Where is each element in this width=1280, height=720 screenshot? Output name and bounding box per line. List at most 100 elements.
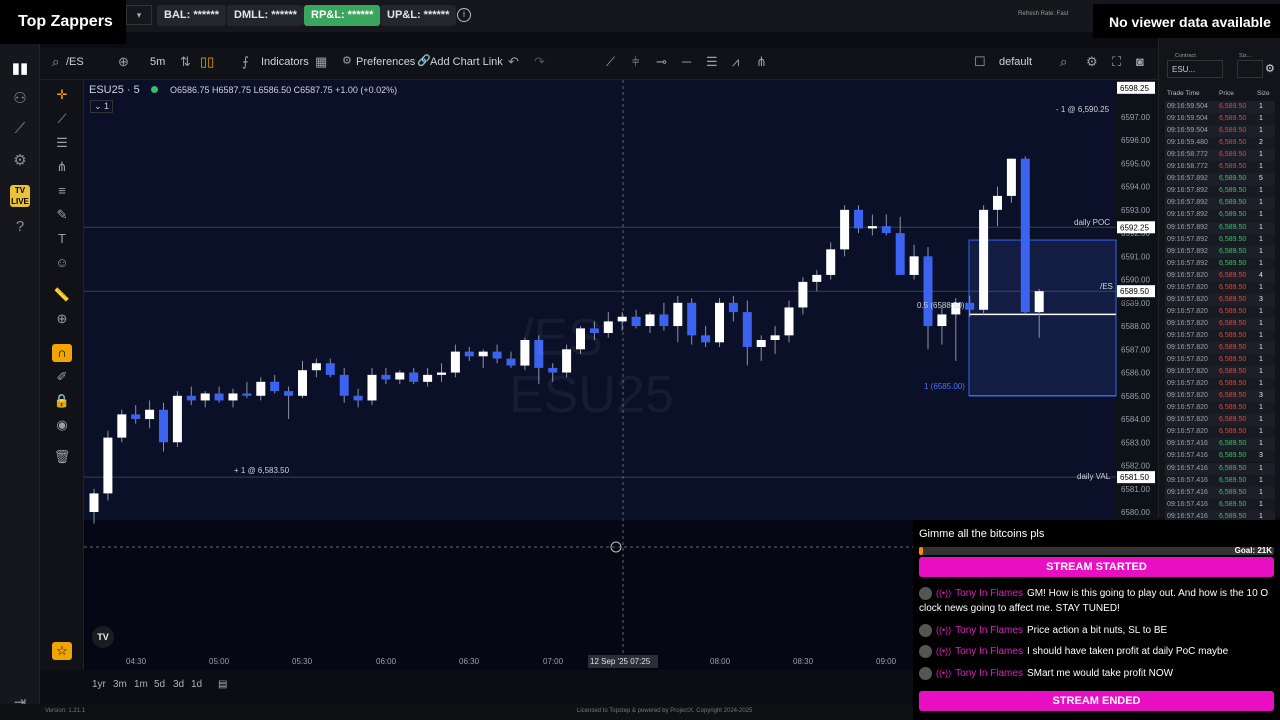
interval-select[interactable]: 5m — [150, 56, 165, 68]
bar-style-icon[interactable]: ⇅ — [180, 54, 191, 70]
zoom-in-icon[interactable]: ⊕ — [52, 310, 72, 328]
unrealized-pnl-pill[interactable]: UP&L: ****** — [380, 5, 457, 26]
checkbox-icon[interactable]: ☐ — [974, 54, 986, 70]
broadcast-icon: ((•)) — [936, 668, 952, 678]
realized-pnl-pill[interactable]: RP&L: ****** — [304, 5, 381, 26]
candle-body — [339, 374, 349, 396]
link-icon[interactable]: 🔗 — [417, 54, 431, 67]
stream-chat-overlay: Gimme all the bitcoins pls Goal: 21K STR… — [913, 520, 1280, 720]
price-tick-label: 6595.00 — [1121, 159, 1150, 168]
indicators-button[interactable]: Indicators — [261, 56, 309, 68]
candles-icon[interactable]: ▯▯ — [200, 54, 214, 70]
candle-body — [228, 393, 238, 401]
gear-icon[interactable]: ⚙ — [9, 150, 31, 172]
camera-icon[interactable]: ◙ — [1136, 54, 1144, 69]
ts-price: 6,589.50 — [1219, 488, 1247, 496]
size-input[interactable] — [1237, 60, 1263, 78]
candle-body — [284, 391, 294, 396]
tv-live-icon[interactable]: TV LIVE — [10, 185, 30, 207]
drawing-tools: ✛ ⟋ ☰ ⋔ ≡ ✎ T ☺ 📏 ⊕ ∩ ✐ 🔒 ◉ 🗑 ☆ — [40, 80, 84, 670]
balance-pill[interactable]: BAL: ****** — [157, 5, 227, 26]
ts-time: 09:16:57.820 — [1167, 380, 1208, 388]
crosshair-icon[interactable]: ✛ — [52, 86, 72, 104]
candle-body — [645, 314, 655, 327]
trash-icon[interactable]: 🗑 — [52, 448, 72, 466]
price-tick-label: 6580.00 — [1121, 508, 1150, 517]
help-icon[interactable]: ? — [9, 216, 31, 238]
trendline-tool-icon[interactable]: ⟋ — [606, 54, 615, 70]
undo-icon[interactable]: ↶ — [508, 54, 519, 70]
settings-icon[interactable]: ⚙ — [342, 54, 352, 67]
star-icon[interactable]: ☆ — [52, 642, 72, 660]
ts-time: 09:16:57.892 — [1167, 199, 1208, 207]
ts-row: 09:16:57.416 6,589.50 1 — [1165, 498, 1275, 511]
zoom-icon[interactable]: ⌕ — [1060, 54, 1067, 70]
ts-time: 09:16:57.892 — [1167, 259, 1208, 267]
range-1m[interactable]: 1m — [134, 679, 148, 690]
dmll-pill[interactable]: DMLL: ****** — [227, 5, 304, 26]
preferences-button[interactable]: Preferences — [356, 56, 415, 68]
watermark-contract: ESU25 — [509, 366, 674, 424]
range-1d[interactable]: 1d — [191, 679, 202, 690]
pitchfork-icon[interactable]: ⋔ — [52, 158, 72, 176]
add-chart-link-button[interactable]: Add Chart Link — [430, 56, 503, 68]
range-5d[interactable]: 5d — [154, 679, 165, 690]
contract-select[interactable]: ESU... — [1167, 60, 1223, 78]
eye-icon[interactable]: ◉ — [52, 416, 72, 434]
pattern-tool-icon[interactable]: ⩘ — [732, 54, 739, 70]
ts-row: 09:16:57.892 6,589.50 1 — [1165, 209, 1275, 222]
ts-row: 09:16:57.820 6,589.50 3 — [1165, 293, 1275, 306]
people-icon[interactable]: ⚇ — [9, 88, 31, 110]
fib-tool-icon[interactable]: ☰ — [706, 54, 718, 70]
lock-drawing-icon[interactable]: ✐ — [52, 368, 72, 386]
parallel-icon[interactable]: ☰ — [52, 134, 72, 152]
chart-symbol-label[interactable]: ESU25 · 5 — [89, 84, 158, 96]
line-icon[interactable]: ⟋ — [52, 110, 72, 128]
watermark-symbol: /ES — [519, 309, 603, 367]
search-icon[interactable]: ⌕ — [52, 54, 59, 70]
range-3m[interactable]: 3m — [113, 679, 127, 690]
indicators-icon[interactable]: ⨍ — [242, 54, 249, 70]
measure-tool-icon[interactable]: ⋔ — [756, 54, 767, 70]
ts-row: 09:16:57.820 6,589.50 1 — [1165, 329, 1275, 342]
avatar — [919, 586, 932, 600]
ts-row: 09:16:59.480 6,589.50 2 — [1165, 137, 1275, 150]
candle-body — [450, 351, 460, 373]
chart-icon[interactable]: ▮▮ — [9, 58, 31, 80]
redo-icon[interactable]: ↷ — [534, 54, 545, 70]
collapse-counter[interactable]: ⌄ 1 — [90, 100, 114, 113]
chat-text: I should have taken profit at daily PoC … — [1026, 646, 1229, 657]
ts-price: 6,589.50 — [1219, 476, 1247, 484]
hline-tool-icon[interactable]: ⊸ — [656, 54, 667, 70]
magnet-icon[interactable]: ∩ — [52, 344, 72, 362]
lock-icon[interactable]: 🔒 — [52, 392, 72, 410]
emoji-icon[interactable]: ☺ — [52, 254, 72, 272]
layout-grid-icon[interactable]: ▦ — [315, 54, 327, 70]
layout-name-select[interactable]: default — [999, 56, 1032, 68]
range-1yr[interactable]: 1yr — [92, 679, 106, 690]
brush-icon[interactable]: ✎ — [52, 206, 72, 224]
text-icon[interactable]: T — [52, 230, 72, 248]
range-3d[interactable]: 3d — [173, 679, 184, 690]
bracket-tool-icon[interactable]: ⫩ — [632, 54, 639, 70]
trend-icon[interactable]: ⟋ — [9, 118, 31, 140]
chart-settings-icon[interactable]: ⚙ — [1086, 54, 1098, 70]
ts-time: 09:16:57.820 — [1167, 307, 1208, 315]
broadcast-icon: ((•)) — [936, 625, 952, 635]
fullscreen-icon[interactable]: ⛶ — [1112, 54, 1121, 70]
date-range-icon[interactable]: ▤ — [218, 679, 227, 690]
ruler-icon[interactable]: 📏 — [52, 286, 72, 304]
ts-size: 1 — [1259, 368, 1263, 376]
info-icon[interactable]: i — [457, 8, 471, 22]
price-tick-label: 6596.00 — [1121, 136, 1150, 145]
symbol-search-input[interactable]: /ES — [66, 56, 84, 68]
ts-price: 6,589.50 — [1219, 319, 1247, 327]
fib-icon[interactable]: ≡ — [52, 182, 72, 200]
price-tick-label: 6583.00 — [1121, 438, 1150, 447]
account-dropdown[interactable]: ▾ — [126, 5, 152, 25]
candle-body — [687, 302, 697, 336]
add-compare-icon[interactable]: ⊕ — [118, 54, 129, 70]
ts-gear-icon[interactable]: ⚙ — [1265, 62, 1275, 75]
ts-row: 09:16:57.416 6,589.50 1 — [1165, 462, 1275, 475]
ray-tool-icon[interactable]: ─ — [682, 54, 691, 69]
